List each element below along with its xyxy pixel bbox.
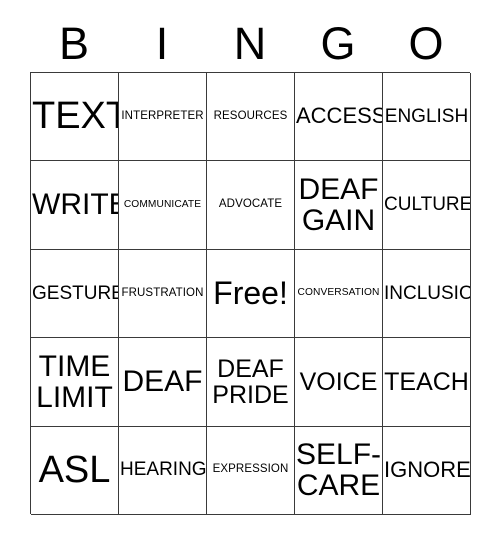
bingo-cell-label: VOICE	[299, 367, 378, 396]
bingo-cell-r3-c4[interactable]: CONVERSATION	[295, 249, 383, 339]
bingo-header-letter-i: I	[155, 17, 169, 69]
bingo-cell-label: TEXT	[32, 94, 118, 137]
bingo-cell-r2-c2[interactable]: COMMUNICATE	[119, 161, 207, 250]
bingo-cell-r4-c5[interactable]: TEACH	[383, 338, 471, 427]
bingo-cell-r3-c5[interactable]: INCLUSION	[383, 249, 471, 339]
bingo-cell-label: IGNORE	[384, 456, 471, 482]
bingo-cell-r5-c1[interactable]: ASL	[31, 426, 119, 515]
bingo-cell-r2-c4[interactable]: DEAF GAIN	[295, 161, 383, 250]
bingo-cell-r2-c3[interactable]: ADVOCATE	[207, 161, 295, 250]
bingo-cell-label: INCLUSION	[384, 282, 470, 304]
bingo-cell-label: HEARING	[120, 459, 207, 481]
bingo-cell-label: TIME LIMIT	[36, 349, 113, 414]
bingo-header-letter-n: N	[233, 17, 267, 69]
bingo-cell-r4-c3[interactable]: DEAF PRIDE	[207, 338, 295, 427]
bingo-cell-r5-c2[interactable]: HEARING	[119, 426, 207, 515]
bingo-cell-r3-c2[interactable]: FRUSTRATION	[119, 249, 207, 339]
bingo-grid: TEXTINTERPRETER RESOURCES ACCESSENGLISH WRI…	[30, 72, 471, 515]
bingo-cell-r5-c4[interactable]: SELF- CARE	[295, 426, 383, 515]
bingo-header-letter-g: G	[320, 17, 356, 69]
bingo-cell-label: DEAF GAIN	[298, 172, 379, 238]
bingo-cell-label: DEAF	[122, 365, 203, 399]
bingo-cell-label: ENGLISH	[384, 105, 469, 127]
bingo-cell-r5-c5[interactable]: IGNORE	[383, 426, 471, 515]
bingo-cell-r1-c3[interactable]: RESOURCES	[207, 73, 295, 162]
bingo-cell-r4-c1[interactable]: TIME LIMIT	[31, 338, 119, 427]
bingo-cell-r4-c2[interactable]: DEAF	[119, 338, 207, 427]
bingo-cell-label: ADVOCATE	[218, 198, 283, 211]
bingo-cell-label: ASL	[38, 448, 111, 491]
bingo-cell-r3-c1[interactable]: GESTURE	[31, 249, 119, 339]
bingo-cell-r4-c4[interactable]: VOICE	[295, 338, 383, 427]
bingo-cell-label: CONVERSATION	[297, 287, 380, 299]
bingo-cell-label: INTERPRETER	[121, 109, 204, 122]
bingo-cell-label: CULTURE	[384, 194, 471, 216]
bingo-cell-label: TEACH	[384, 367, 469, 396]
bingo-header-letter-b: B	[58, 17, 89, 69]
bingo-cell-r2-c5[interactable]: CULTURE	[383, 161, 471, 250]
bingo-header-letter-o: O	[408, 17, 444, 69]
bingo-cell-r1-c1[interactable]: TEXT	[31, 73, 119, 162]
bingo-cell-r5-c3[interactable]: EXPRESSION	[207, 426, 295, 515]
bingo-free-space-cell[interactable]: Free!	[207, 249, 295, 339]
bingo-cell-label: DEAF PRIDE	[212, 354, 289, 409]
bingo-cell-label: RESOURCES	[213, 109, 288, 122]
bingo-cell-r1-c5[interactable]: ENGLISH	[383, 73, 471, 162]
bingo-header-row: B I N GO	[30, 14, 470, 72]
bingo-cell-r1-c2[interactable]: INTERPRETER	[119, 73, 207, 162]
bingo-cell-label: ACCESS	[296, 103, 383, 129]
bingo-cell-label: GESTURE	[32, 282, 119, 304]
bingo-cell-label: SELF- CARE	[296, 438, 382, 503]
bingo-cell-r1-c4[interactable]: ACCESS	[295, 73, 383, 162]
bingo-free-space-label: Free!	[213, 274, 288, 311]
bingo-cell-label: FRUSTRATION	[121, 286, 204, 299]
bingo-cell-label: WRITE	[32, 188, 119, 222]
bingo-cell-label: EXPRESSION	[212, 463, 289, 476]
bingo-cell-r2-c1[interactable]: WRITE	[31, 161, 119, 250]
bingo-cell-label: COMMUNICATE	[123, 198, 202, 210]
bingo-card: B I N GO TEXTINTERPRETER RESOURCES ACCESSENGL…	[0, 0, 500, 544]
